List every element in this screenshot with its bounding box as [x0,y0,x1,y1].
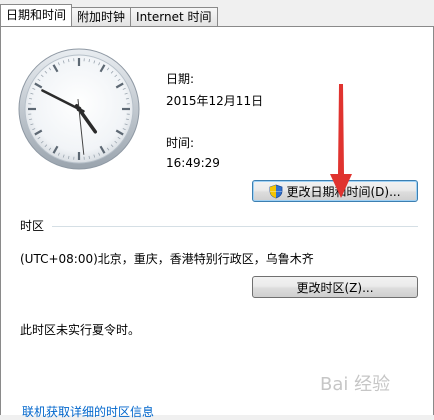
time-label: 时间: [166,134,194,151]
timezone-section-label: 时区 [20,217,44,234]
timezone-info-link[interactable]: 联机获取详细的时区信息 [22,403,154,420]
timezone-divider [52,226,418,227]
tab-date-time[interactable]: 日期和时间 [0,4,72,26]
clock-icon [18,48,140,170]
timezone-value: (UTC+08:00)北京，重庆，香港特别行政区，乌鲁木齐 [20,250,314,267]
watermark: Bai 经验 [320,370,390,396]
dst-note: 此时区未实行夏令时。 [20,321,140,338]
shield-icon [269,184,283,199]
clock-center [77,107,82,112]
tab-internet-time[interactable]: Internet 时间 [130,7,217,26]
red-arrow-annotation [326,84,356,198]
change-timezone-label: 更改时区(Z)... [296,279,373,296]
date-label: 日期: [166,70,194,87]
change-timezone-button[interactable]: 更改时区(Z)... [252,276,418,298]
time-value: 16:49:29 [166,156,220,170]
tab-strip: 日期和时间 附加时钟 Internet 时间 [0,6,217,26]
date-value: 2015年12月11日 [166,92,263,109]
tab-additional-clocks[interactable]: 附加时钟 [71,7,131,26]
